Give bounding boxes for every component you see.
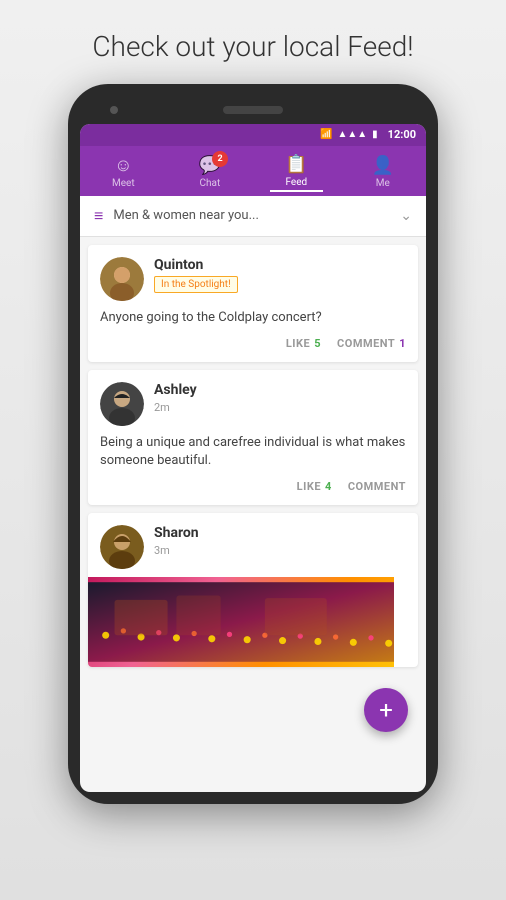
- phone-frame: 📶 ▲▲▲ ▮ 12:00 ☺ Meet 💬 2 Chat 📋 Feed: [68, 84, 438, 804]
- avatar: [100, 257, 144, 301]
- tab-chat-label: Chat: [200, 178, 221, 189]
- post-time: 3m: [154, 544, 199, 557]
- post-username: Sharon: [154, 525, 199, 541]
- chat-badge: 2: [212, 151, 228, 167]
- filter-text: Men & women near you...: [113, 208, 400, 223]
- comment-label: COMMENT: [348, 480, 406, 493]
- like-label: LIKE: [297, 480, 321, 493]
- like-count: 5: [314, 337, 321, 350]
- tab-feed[interactable]: 📋 Feed: [270, 152, 322, 192]
- post-card: Quinton In the Spotlight! Anyone going t…: [88, 245, 418, 362]
- meet-icon: ☺: [114, 155, 132, 176]
- status-time: 12:00: [388, 128, 416, 141]
- spotlight-badge: In the Spotlight!: [154, 276, 238, 293]
- post-card: Sharon 3m: [88, 513, 418, 667]
- camera-dot: [110, 106, 118, 114]
- comment-count: 1: [399, 337, 406, 350]
- feed-icon: 📋: [285, 154, 307, 175]
- create-post-button[interactable]: +: [364, 688, 408, 732]
- post-actions: LIKE 4 COMMENT: [100, 480, 406, 493]
- comment-button[interactable]: COMMENT: [348, 480, 406, 493]
- like-label: LIKE: [286, 337, 310, 350]
- post-actions: LIKE 5 COMMENT 1: [100, 337, 406, 350]
- tab-me-label: Me: [376, 178, 390, 189]
- post-text: Being a unique and carefree individual i…: [100, 434, 406, 470]
- post-image: [88, 577, 394, 667]
- like-count: 4: [325, 480, 332, 493]
- avatar: [100, 382, 144, 426]
- me-icon: 👤: [372, 155, 394, 176]
- filter-bar[interactable]: ≡ Men & women near you... ⌄: [80, 196, 426, 237]
- comment-label: COMMENT: [337, 337, 395, 350]
- tab-chat[interactable]: 💬 2 Chat: [184, 153, 236, 191]
- avatar: [100, 525, 144, 569]
- status-bar: 📶 ▲▲▲ ▮ 12:00: [80, 124, 426, 146]
- phone-screen: 📶 ▲▲▲ ▮ 12:00 ☺ Meet 💬 2 Chat 📋 Feed: [80, 124, 426, 792]
- phone-top-bar: [80, 96, 426, 124]
- comment-button[interactable]: COMMENT 1: [337, 337, 406, 350]
- filter-icon: ≡: [94, 206, 103, 226]
- battery-icon: ▮: [372, 129, 378, 140]
- post-username: Ashley: [154, 382, 197, 398]
- wifi-icon: 📶: [320, 129, 332, 140]
- speaker-grille: [223, 106, 283, 114]
- post-time: 2m: [154, 401, 197, 414]
- tab-me[interactable]: 👤 Me: [357, 153, 409, 191]
- tab-feed-label: Feed: [285, 177, 307, 188]
- tab-meet-label: Meet: [112, 178, 135, 189]
- signal-icon: ▲▲▲: [337, 129, 367, 140]
- post-card: Ashley 2m Being a unique and carefree in…: [88, 370, 418, 505]
- feed-content: Quinton In the Spotlight! Anyone going t…: [80, 237, 426, 792]
- page-title: Check out your local Feed!: [52, 0, 453, 84]
- tab-meet[interactable]: ☺ Meet: [97, 153, 150, 191]
- post-username: Quinton: [154, 257, 238, 273]
- like-button[interactable]: LIKE 4: [297, 480, 332, 493]
- plus-icon: +: [379, 696, 393, 724]
- chevron-down-icon: ⌄: [400, 208, 412, 224]
- nav-tabs: ☺ Meet 💬 2 Chat 📋 Feed 👤 Me: [80, 146, 426, 196]
- post-text: Anyone going to the Coldplay concert?: [100, 309, 406, 327]
- like-button[interactable]: LIKE 5: [286, 337, 321, 350]
